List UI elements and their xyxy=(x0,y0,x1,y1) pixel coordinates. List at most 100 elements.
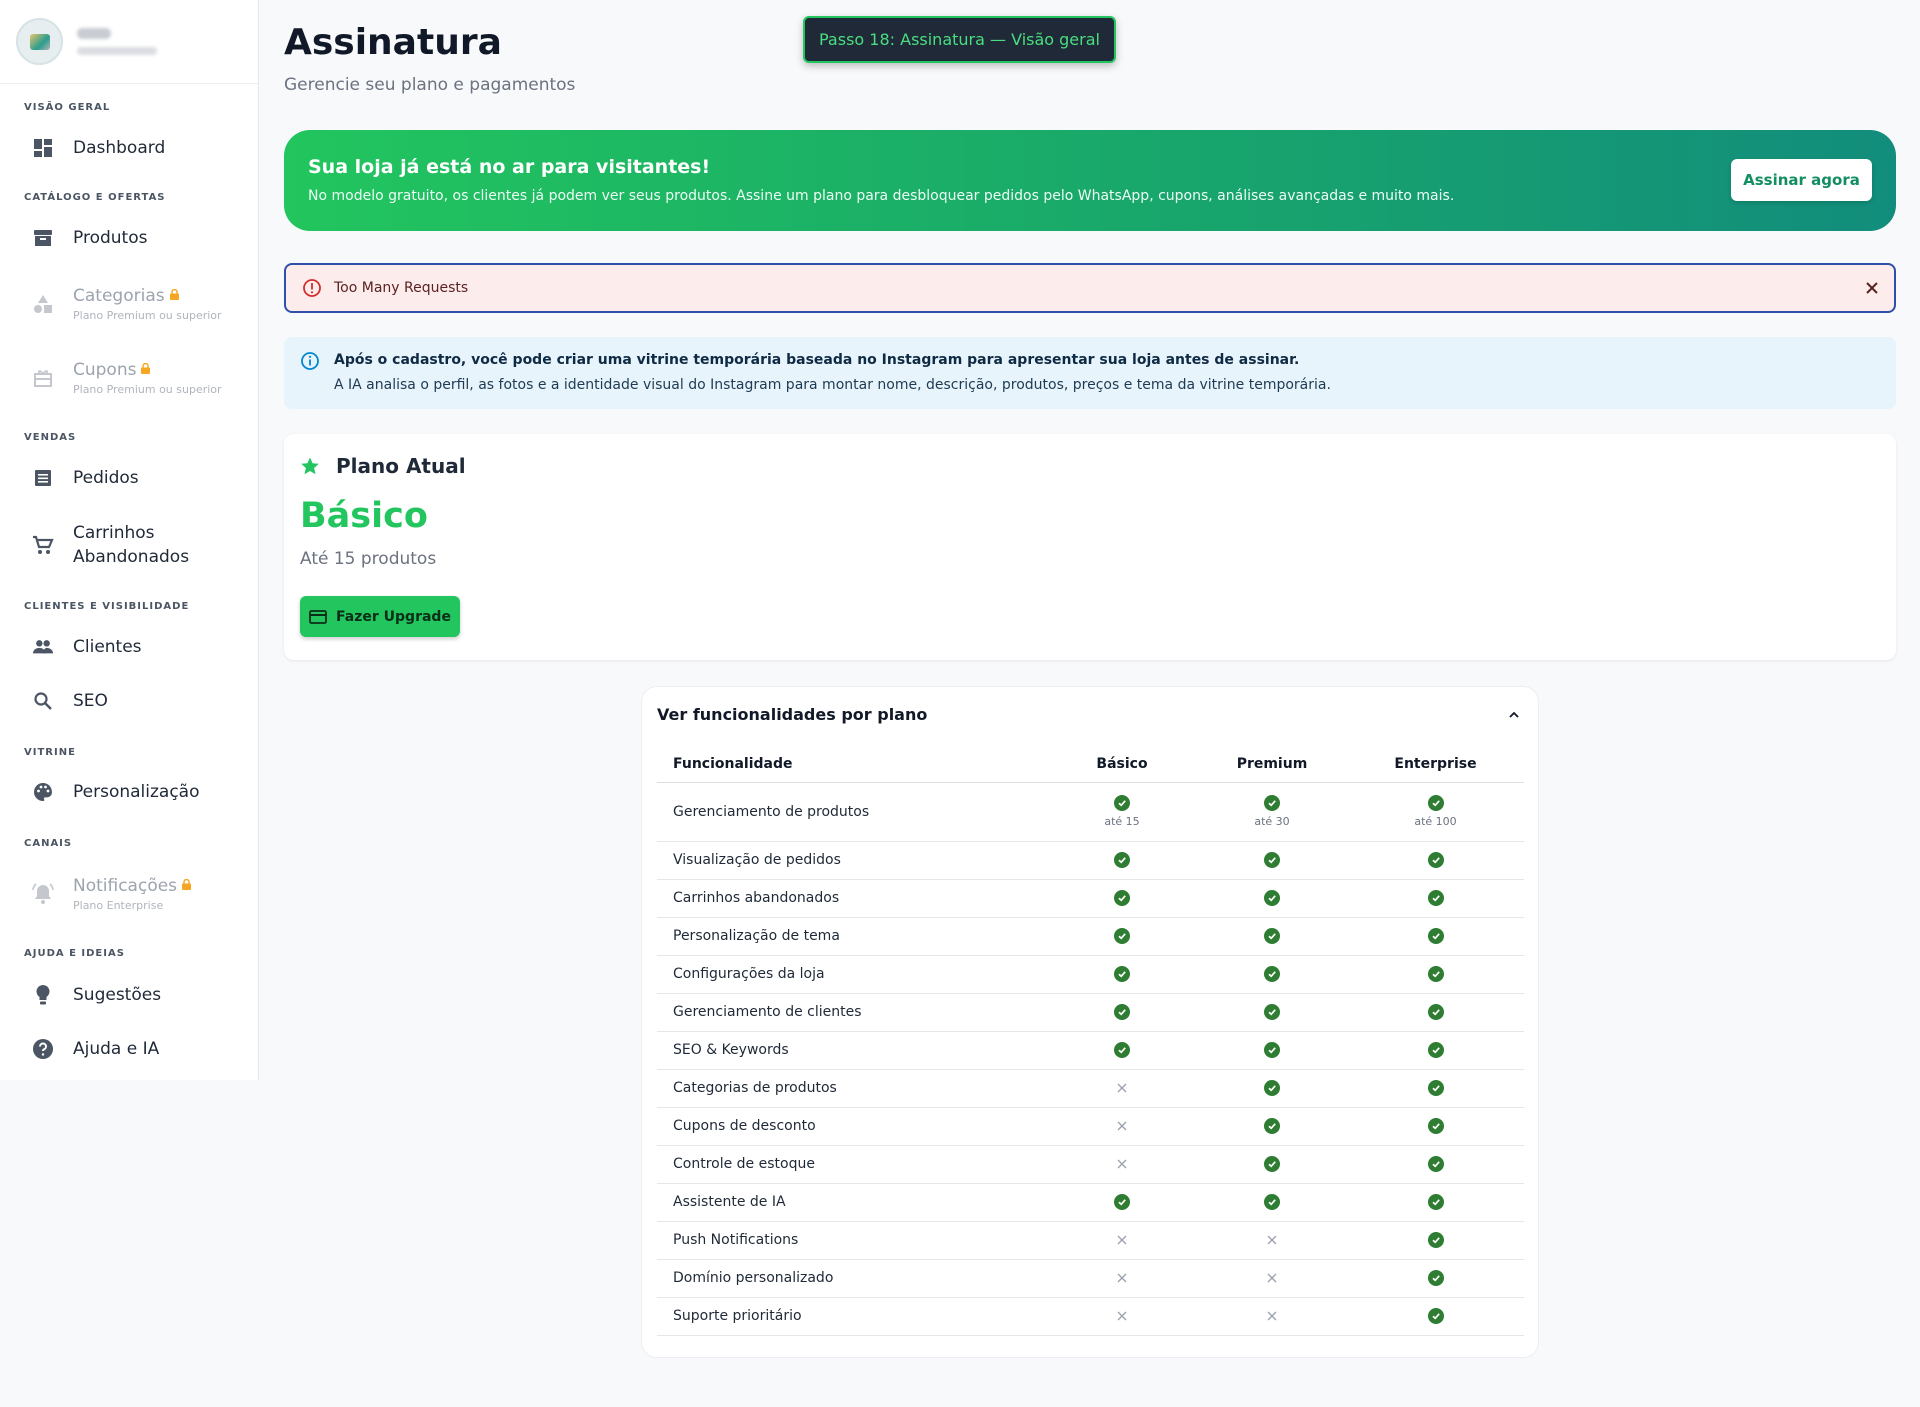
section-title-showcase: VITRINE xyxy=(24,747,76,758)
plan-limit-note: até 15 xyxy=(1104,815,1140,828)
table-row: Gerenciamento de clientes xyxy=(657,993,1524,1032)
store-avatar xyxy=(16,18,63,65)
feature-name: Categorias de produtos xyxy=(657,1069,1047,1108)
features-table: Funcionalidade Básico Premium Enterprise… xyxy=(657,747,1524,1336)
plan-availability-cell xyxy=(1197,879,1347,918)
check-icon xyxy=(1427,1004,1444,1020)
sidebar-item-label-line2: Abandonados xyxy=(73,547,190,567)
column-header: Enterprise xyxy=(1347,747,1524,783)
check-icon xyxy=(1427,1080,1444,1096)
plan-availability-cell xyxy=(1197,1031,1347,1070)
plan-availability-cell xyxy=(1047,993,1197,1032)
plan-availability-cell xyxy=(1047,1259,1197,1298)
table-row: Gerenciamento de produtos até 15 até 30 até… xyxy=(657,782,1524,842)
plan-heading: Plano Atual xyxy=(300,454,466,478)
plan-availability-cell xyxy=(1197,955,1347,994)
check-icon xyxy=(1427,1118,1444,1134)
feature-name: Gerenciamento de clientes xyxy=(657,993,1047,1032)
banner-text: No modelo gratuito, os clientes já podem… xyxy=(308,188,1455,204)
sidebar-item-coupons[interactable]: Cupons Plano Premium ou superior xyxy=(0,356,258,400)
plan-availability-cell xyxy=(1347,1145,1524,1184)
upgrade-button[interactable]: Fazer Upgrade xyxy=(300,596,460,637)
page-title: Assinatura xyxy=(284,22,502,63)
features-panel-title[interactable]: Ver funcionalidades por plano xyxy=(657,705,927,724)
plan-name: Básico xyxy=(300,496,428,536)
info-notice: Após o cadastro, você pode criar uma vit… xyxy=(284,337,1896,409)
plan-availability-cell xyxy=(1047,1107,1197,1146)
plan-limit: Até 15 produtos xyxy=(300,549,437,569)
sidebar-item-dashboard[interactable]: Dashboard xyxy=(0,134,258,162)
help-circle-icon xyxy=(32,1038,54,1060)
sidebar-item-label: Personalização xyxy=(73,782,200,802)
sidebar-item-label: SEO xyxy=(73,691,108,711)
sidebar-item-help-ai[interactable]: Ajuda e IA xyxy=(0,1035,258,1063)
section-title-overview: VISÃO GERAL xyxy=(24,102,111,113)
check-icon xyxy=(1427,1308,1444,1324)
plan-availability-cell xyxy=(1197,993,1347,1032)
sidebar-item-seo[interactable]: SEO xyxy=(0,687,258,715)
plan-availability-cell xyxy=(1197,1221,1347,1260)
plan-availability-cell xyxy=(1047,1145,1197,1184)
check-icon xyxy=(1264,1080,1280,1096)
sidebar-item-abandoned-carts[interactable]: Carrinhos Abandonados xyxy=(0,520,258,570)
feature-name: Configurações da loja xyxy=(657,955,1047,994)
cross-icon xyxy=(1266,1234,1278,1246)
sidebar-item-customization[interactable]: Personalização xyxy=(0,778,258,806)
chevron-up-icon[interactable] xyxy=(1506,707,1522,723)
feature-name: Assistente de IA xyxy=(657,1183,1047,1222)
sidebar-item-categories[interactable]: Categorias Plano Premium ou superior xyxy=(0,282,258,326)
upgrade-button-label: Fazer Upgrade xyxy=(336,608,451,625)
feature-name: Carrinhos abandonados xyxy=(657,879,1047,918)
plan-availability-cell: até 100 xyxy=(1347,782,1524,842)
check-icon xyxy=(1264,1156,1280,1172)
close-icon[interactable] xyxy=(1862,278,1882,298)
table-row: Personalização de tema xyxy=(657,917,1524,956)
feature-name: Push Notifications xyxy=(657,1221,1047,1260)
check-icon xyxy=(1114,1194,1130,1210)
check-icon xyxy=(1427,1042,1444,1058)
check-icon xyxy=(1264,1004,1280,1020)
sidebar-item-orders[interactable]: Pedidos xyxy=(0,464,258,492)
plan-availability-cell xyxy=(1047,1069,1197,1108)
plan-availability-cell xyxy=(1347,841,1524,880)
section-title-channels: CANAIS xyxy=(24,838,73,849)
table-row: Configurações da loja xyxy=(657,955,1524,994)
sidebar-item-clients[interactable]: Clientes xyxy=(0,633,258,661)
info-icon xyxy=(301,352,319,370)
sidebar-item-label: Cupons xyxy=(73,360,137,380)
check-icon xyxy=(1427,1194,1444,1210)
search-icon xyxy=(32,690,54,712)
plan-availability-cell xyxy=(1347,1297,1524,1336)
sidebar-item-notifications[interactable]: Notificações Plano Enterprise xyxy=(0,872,258,916)
subscribe-now-button[interactable]: Assinar agora xyxy=(1731,159,1872,201)
category-shapes-icon xyxy=(32,293,54,315)
store-name-redacted xyxy=(77,28,111,39)
plan-availability-cell xyxy=(1197,1259,1347,1298)
sidebar-item-label: Dashboard xyxy=(73,138,166,158)
plan-availability-cell xyxy=(1347,879,1524,918)
credit-card-icon xyxy=(309,609,327,624)
star-icon xyxy=(301,457,319,475)
sidebar-item-products[interactable]: Produtos xyxy=(0,224,258,252)
feature-name: Suporte prioritário xyxy=(657,1297,1047,1336)
sidebar-item-label: Sugestões xyxy=(73,985,162,1005)
table-row: Domínio personalizado xyxy=(657,1259,1524,1298)
info-heading: Após o cadastro, você pode criar uma vit… xyxy=(334,352,1300,368)
check-icon xyxy=(1264,1194,1280,1210)
sidebar-item-suggestions[interactable]: Sugestões xyxy=(0,981,258,1009)
cart-icon xyxy=(32,534,54,556)
plan-availability-cell xyxy=(1047,917,1197,956)
features-by-plan-panel: Ver funcionalidades por plano Funcionali… xyxy=(641,686,1539,1358)
table-row: Controle de estoque xyxy=(657,1145,1524,1184)
table-row: Cupons de desconto xyxy=(657,1107,1524,1146)
store-profile-text xyxy=(77,28,157,55)
check-icon xyxy=(1264,1118,1280,1134)
plan-availability-cell xyxy=(1197,841,1347,880)
sidebar: VISÃO GERAL Dashboard CATÁLOGO E OFERTAS… xyxy=(0,0,259,1080)
sidebar-item-label: Ajuda e IA xyxy=(73,1039,160,1059)
store-profile[interactable] xyxy=(0,0,258,84)
check-icon xyxy=(1427,795,1444,811)
plan-availability-cell xyxy=(1047,955,1197,994)
store-subtitle-redacted xyxy=(77,47,157,55)
check-icon xyxy=(1114,966,1130,982)
